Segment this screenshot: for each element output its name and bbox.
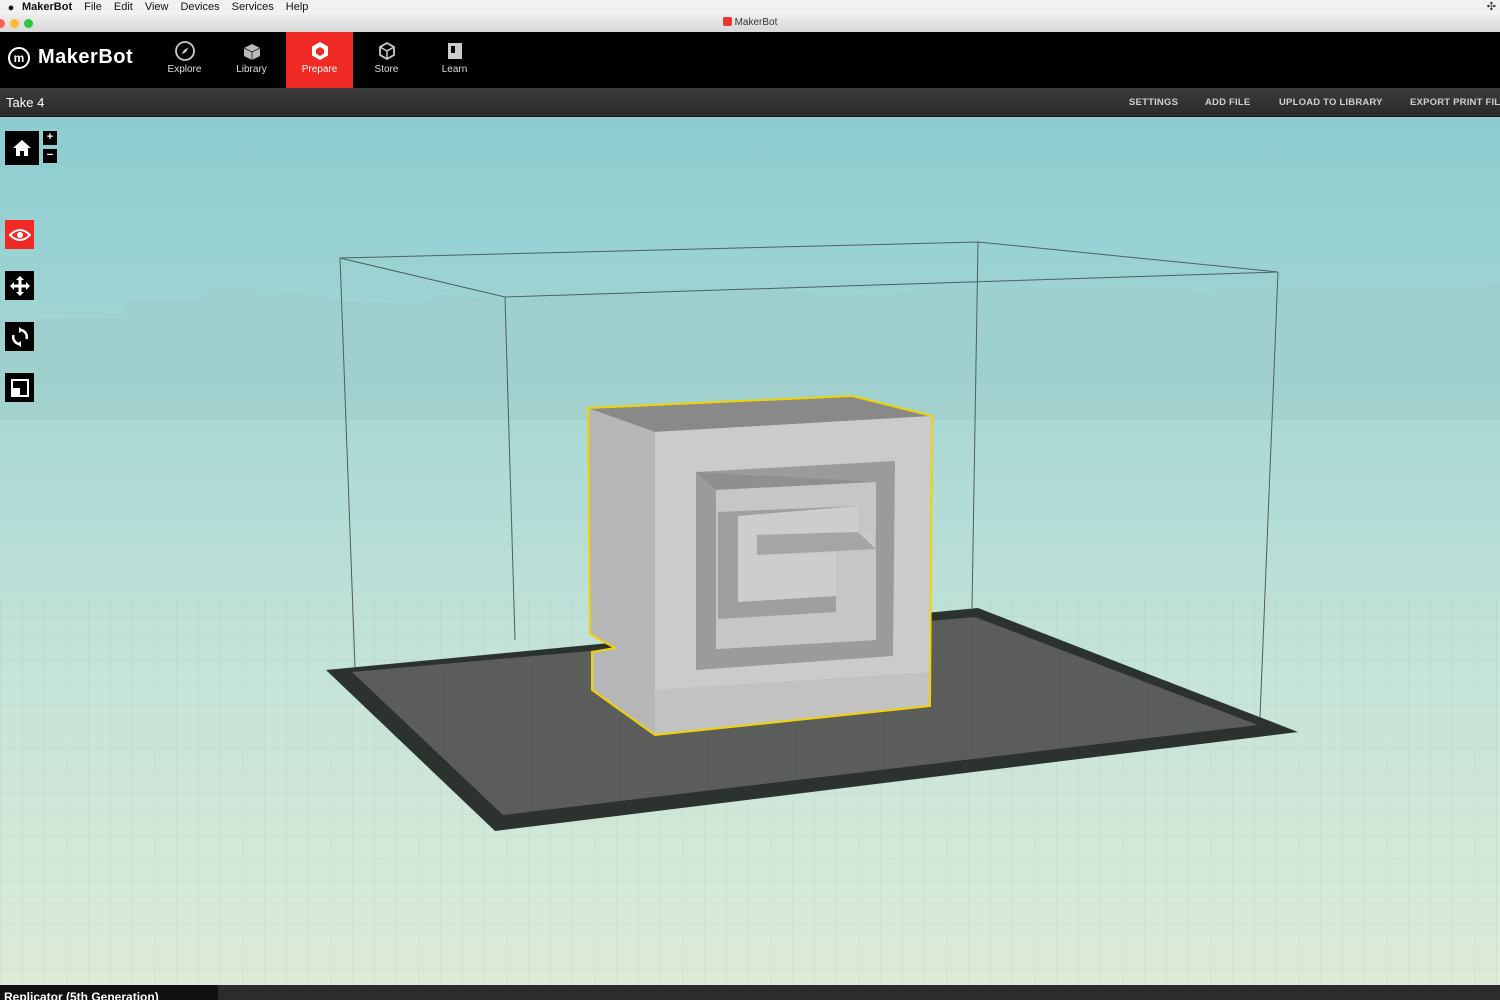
upload-to-library-button[interactable]: UPLOAD TO LIBRARY xyxy=(1279,97,1383,108)
nav-prepare[interactable]: Prepare xyxy=(286,32,353,88)
system-menu-bar: ● MakerBot File Edit View Devices Servic… xyxy=(0,0,1500,15)
nav-store-label: Store xyxy=(374,64,399,75)
nav-prepare-label: Prepare xyxy=(301,64,338,75)
export-print-file-button[interactable]: EXPORT PRINT FIL xyxy=(1410,97,1500,108)
printable-model xyxy=(586,394,934,737)
nav-learn[interactable]: Learn xyxy=(421,32,488,88)
nav-explore-label: Explore xyxy=(167,64,202,75)
move-tool-button[interactable] xyxy=(5,271,34,300)
add-file-button[interactable]: ADD FILE xyxy=(1205,97,1250,108)
book-icon xyxy=(447,43,462,59)
home-view-button[interactable] xyxy=(5,131,39,165)
zoom-out-button[interactable]: − xyxy=(43,149,57,163)
build-scene[interactable] xyxy=(0,117,1500,985)
settings-button[interactable]: SETTINGS xyxy=(1129,97,1178,108)
nav-library[interactable]: Library xyxy=(218,32,285,88)
window-title-bar: MakerBot xyxy=(0,15,1500,33)
menu-app-name[interactable]: MakerBot xyxy=(22,0,72,15)
bottom-bar: Replicator (5th Generation) xyxy=(0,985,1500,1000)
menu-edit[interactable]: Edit xyxy=(114,0,133,15)
project-bar: Take 4 SETTINGS ADD FILE UPLOAD TO LIBRA… xyxy=(0,88,1500,117)
nav-library-label: Library xyxy=(236,64,267,75)
cube-icon xyxy=(378,41,395,61)
move-icon xyxy=(9,275,30,296)
app-nav-bar: m MakerBot Explore Library Prepare Store xyxy=(0,32,1500,88)
menu-file[interactable]: File xyxy=(84,0,102,15)
dropbox-icon[interactable]: ✣ xyxy=(1487,0,1496,15)
compass-icon xyxy=(174,41,195,61)
zoom-in-button[interactable]: + xyxy=(43,131,57,145)
apple-icon[interactable]: ● xyxy=(0,2,22,14)
nav-explore[interactable]: Explore xyxy=(151,32,218,88)
project-title[interactable]: Take 4 xyxy=(6,95,44,110)
nav-learn-label: Learn xyxy=(441,64,468,75)
makerbot-logo-icon: m xyxy=(8,46,30,69)
logo-text: MakerBot xyxy=(38,46,134,68)
scale-icon xyxy=(10,378,29,397)
app-icon xyxy=(722,17,732,26)
build-viewport[interactable]: + − xyxy=(0,117,1500,985)
menu-devices[interactable]: Devices xyxy=(180,0,219,15)
menu-help[interactable]: Help xyxy=(286,0,309,15)
scale-tool-button[interactable] xyxy=(5,373,34,402)
nav-store[interactable]: Store xyxy=(353,32,420,88)
menu-services[interactable]: Services xyxy=(232,0,274,15)
eye-icon xyxy=(8,228,31,241)
view-tool-button[interactable] xyxy=(5,220,34,249)
prepare-icon xyxy=(311,42,328,60)
menu-view[interactable]: View xyxy=(145,0,169,15)
home-icon xyxy=(13,140,31,156)
rotate-tool-button[interactable] xyxy=(5,322,34,351)
makerbot-logo[interactable]: m MakerBot xyxy=(8,46,133,69)
window-title: MakerBot xyxy=(734,17,778,28)
printer-selector[interactable]: Replicator (5th Generation) xyxy=(0,985,218,1000)
library-icon xyxy=(243,44,260,60)
rotate-icon xyxy=(11,326,28,347)
